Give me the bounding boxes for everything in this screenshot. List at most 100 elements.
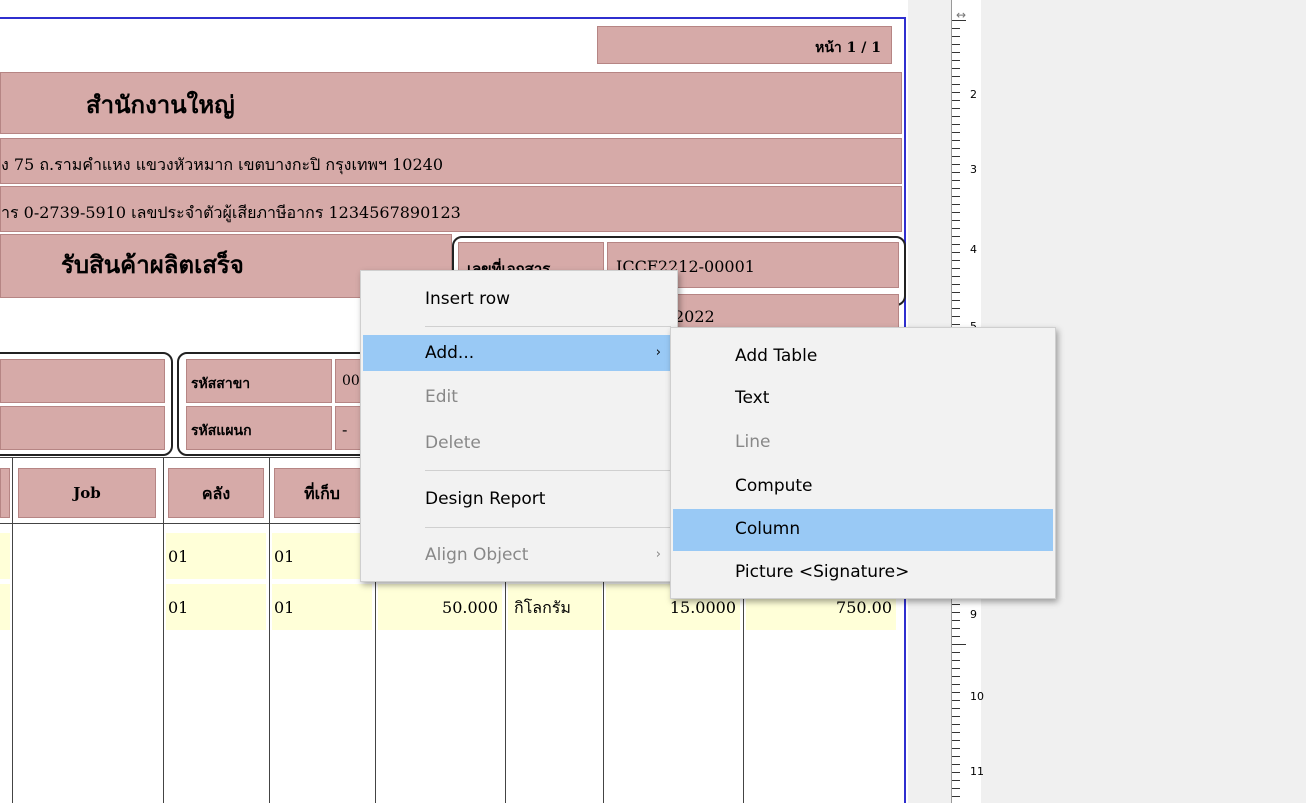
ruler-tick [952,612,960,613]
ruler-tick [952,36,960,37]
menu-item-add[interactable]: Add... › [363,335,675,371]
ruler-tick [952,100,960,101]
ruler-tick [952,52,960,53]
submenu-item-column[interactable]: Column [673,509,1053,551]
ruler-tick [952,316,960,317]
submenu-item-line[interactable]: Line [673,424,1053,460]
ruler-number: 4 [970,243,977,256]
ruler-tick [952,20,966,21]
submenu-item-add-table[interactable]: Add Table [673,338,1053,374]
row-1-location[interactable]: 01 [272,533,372,579]
phone-tax-line[interactable]: าร 0-2739-5910 เลขประจำตัวผู้เสียภาษีอาก… [0,186,902,232]
ruler-tick [952,60,960,61]
submenu-item-text[interactable]: Text [673,380,1053,416]
submenu-item-compute[interactable]: Compute [673,468,1053,504]
chevron-right-icon: › [655,547,661,562]
ruler-tick [952,740,960,741]
ruler-tick [952,780,960,781]
dept-label[interactable]: รหัสแผนก [186,406,332,450]
menu-separator [425,326,671,327]
ruler-tick [952,692,960,693]
ruler-tick [952,236,960,237]
ruler-tick [952,660,960,661]
ruler-number: 10 [970,690,984,703]
ruler-tick [952,308,960,309]
ruler-tick [952,244,960,245]
ruler-tick [952,68,960,69]
page-border-top [0,17,906,19]
ruler-tick [952,796,960,797]
company-name[interactable]: สำนักงานใหญ่ [0,72,902,134]
menu-item-design-report[interactable]: Design Report [363,481,675,517]
ruler-tick [952,788,960,789]
ruler-tick [952,772,960,773]
ruler-tick [952,260,960,261]
chevron-right-icon: › [655,345,661,360]
row-2-location[interactable]: 01 [272,584,372,630]
row-2-unit[interactable]: กิโลกรัม [508,584,602,630]
menu-item-edit[interactable]: Edit [363,379,675,415]
ruler-tick [952,756,960,757]
ruler-tick [952,148,960,149]
ruler-tick [952,76,960,77]
ruler-number: 11 [970,765,984,778]
context-menu: Insert row Add... › Edit Delete Design Re… [360,270,678,582]
ruler-tick [952,84,960,85]
ruler-tick [952,652,960,653]
left-info-field-1[interactable] [0,359,165,403]
page-number[interactable]: หน้า 1 / 1 [597,26,892,64]
header-warehouse[interactable]: คลัง [168,468,264,518]
ruler-tick [952,252,960,253]
ruler-tick [952,140,960,141]
ruler-tick [952,292,960,293]
ruler-tick [952,228,960,229]
ruler-tick [952,324,960,325]
ruler-tick [952,708,960,709]
ruler-tick [952,156,960,157]
left-info-field-2[interactable] [0,406,165,450]
ruler-tick [952,684,960,685]
header-cell-partial[interactable] [0,468,10,518]
col-line [163,457,164,803]
ruler-tick [952,676,960,677]
row-1-partial [0,533,10,579]
row-1-warehouse[interactable]: 01 [166,533,266,579]
ruler-tick [952,668,960,669]
header-location[interactable]: ที่เก็บ [274,468,370,518]
ruler-tick [952,108,960,109]
menu-separator [425,527,671,528]
ruler-tick [952,300,960,301]
submenu-item-picture-signature[interactable]: Picture <Signature> [673,554,1053,590]
ruler-tick [952,220,960,221]
ruler-tick [952,732,960,733]
ruler-tick [952,644,966,645]
row-2-warehouse[interactable]: 01 [166,584,266,630]
ruler-tick [952,620,960,621]
ruler-tick [952,276,960,277]
ruler-number: 3 [970,163,977,176]
address-line[interactable]: ง 75 ถ.รามคำแหง แขวงหัวหมาก เขตบางกะปิ ก… [0,138,902,184]
menu-item-align-object[interactable]: Align Object › [363,537,675,573]
ruler-tick [952,284,960,285]
ruler-tick [952,28,960,29]
ruler-number: 9 [970,608,977,621]
ruler-tick [952,636,960,637]
ruler-number: 2 [970,88,977,101]
row-2-qty[interactable]: 50.000 [378,584,502,630]
menu-item-insert-row[interactable]: Insert row [363,281,675,317]
ruler-tick [952,92,960,93]
ruler-tick [952,212,960,213]
menu-item-delete[interactable]: Delete [363,425,675,461]
ruler-tick [952,716,960,717]
ruler-tick [952,196,960,197]
ruler-tick [952,172,960,173]
header-job[interactable]: Job [18,468,156,518]
branch-label[interactable]: รหัสสาขา [186,359,332,403]
ruler-tick [952,164,960,165]
ruler-tick [952,180,960,181]
ruler-tick [952,132,960,133]
col-line [12,457,13,803]
ruler-tick [952,116,960,117]
ruler-tick [952,764,960,765]
ruler-tick [952,188,960,189]
